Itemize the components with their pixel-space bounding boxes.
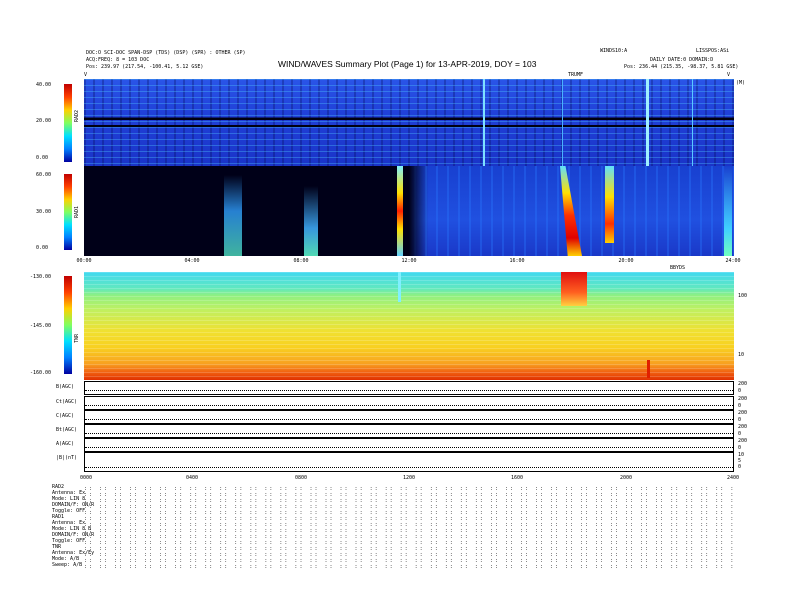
marker-mid: TRUMF: [568, 72, 584, 78]
agc-panel-label: Bt(AGC): [56, 427, 78, 433]
tnr-spectrogram: [84, 272, 734, 380]
agc-panel: [84, 396, 734, 410]
agc-panel: [84, 381, 734, 395]
rad1-label: RAD1: [74, 205, 80, 218]
header-left-line3: Pos: 239.97 (217.54, -100.41, 5.12 GSE): [86, 64, 204, 70]
rad2-tick-top: 40.00: [36, 82, 52, 88]
agc-panel-label: C(AGC): [56, 413, 75, 419]
time-tick: 12:00: [401, 258, 417, 264]
marker-right2: (M): [736, 80, 746, 86]
agc-right-tick: 200: [738, 396, 748, 402]
tnr-right-tick-10: 10: [738, 352, 745, 358]
time-tick: 24:00: [725, 258, 741, 264]
header-right-line4: Pos: 236.44 (215.35, -98.37, 5.81 GSE): [624, 64, 739, 70]
time-tick-small: 1200: [402, 475, 416, 481]
rad1-tick-bottom: 0.00: [36, 245, 49, 251]
rad1-spectrogram: [84, 166, 734, 256]
time-tick-small: 1600: [510, 475, 524, 481]
agc-panel: [84, 452, 734, 472]
rad2-tick-bottom: 0.00: [36, 155, 49, 161]
time-tick: 20:00: [618, 258, 634, 264]
agc-panel: [84, 438, 734, 452]
agc-right-tick: 0: [738, 464, 742, 470]
tnr-right-tick-100: 100: [738, 293, 748, 299]
agc-right-tick: 200: [738, 424, 748, 430]
rad2-tick-mid: 20.00: [36, 118, 52, 124]
agc-panel: [84, 424, 734, 438]
rad1-tick-mid: 30.00: [36, 209, 52, 215]
agc-right-tick: 200: [738, 438, 748, 444]
tnr-right-header: BBYDS: [670, 265, 686, 271]
time-tick: 16:00: [509, 258, 525, 264]
plot-title: WIND/WAVES Summary Plot (Page 1) for 13-…: [278, 59, 537, 69]
agc-panel-label: B(AGC): [56, 384, 75, 390]
agc-panel: [84, 410, 734, 424]
agc-panel-label: |B|(nT): [56, 455, 78, 461]
time-tick-small: 2400: [726, 475, 740, 481]
rad2-colorbar: [64, 84, 72, 162]
agc-trace: [85, 405, 733, 406]
time-tick-small: 0800: [294, 475, 308, 481]
time-tick: 08:00: [293, 258, 309, 264]
agc-right-tick: 200: [738, 410, 748, 416]
header-right-line1: WINDS10:A: [600, 48, 628, 54]
marker-right: V: [727, 72, 731, 78]
agc-trace: [85, 467, 733, 468]
agc-trace: [85, 390, 733, 391]
header-right-line2: LISSPOS:ASi: [696, 48, 730, 54]
marker-left: V: [84, 72, 88, 78]
agc-trace: [85, 447, 733, 448]
agc-right-tick: 0: [738, 431, 742, 437]
time-tick: 00:00: [76, 258, 92, 264]
tnr-tick-top: -130.00: [30, 274, 52, 280]
agc-right-tick: 200: [738, 381, 748, 387]
agc-panel-label: Ct(AGC): [56, 399, 78, 405]
time-tick: 04:00: [184, 258, 200, 264]
agc-right-tick: 0: [738, 388, 742, 394]
rad2-spectrogram: [84, 79, 734, 166]
tnr-colorbar: [64, 276, 72, 374]
time-tick-small: 2000: [619, 475, 633, 481]
header-left-line2: ACQ:FREQ: 8 = 103 DOC: [86, 57, 150, 63]
rad1-tick-top: 60.00: [36, 172, 52, 178]
header-left-line1: DOC:O SCI-DOC SPAN-DSP (TDS) (DSP) (SPR)…: [86, 50, 246, 56]
rad2-label: RAD2: [74, 109, 80, 122]
time-tick-small: 0000: [79, 475, 93, 481]
header-right-line3: DAILY DATE:0 DOMAIN:D: [650, 57, 714, 63]
tnr-tick-mid: -145.00: [30, 323, 52, 329]
tnr-tick-bottom: -160.00: [30, 370, 52, 376]
rad1-colorbar: [64, 174, 72, 250]
agc-right-tick: 0: [738, 417, 742, 423]
agc-right-tick: 0: [738, 403, 742, 409]
footer-tnr-line: Sweep: A/B: [52, 562, 83, 568]
agc-panel-label: A(AGC): [56, 441, 75, 447]
footer-dot-row: :: :: :: :: :: :: :: :: :: :: :: :: :: :…: [84, 564, 734, 570]
agc-right-tick: 0: [738, 445, 742, 451]
agc-trace: [85, 419, 733, 420]
tnr-label: TNR: [74, 333, 80, 343]
time-tick-small: 0400: [185, 475, 199, 481]
agc-trace: [85, 433, 733, 434]
